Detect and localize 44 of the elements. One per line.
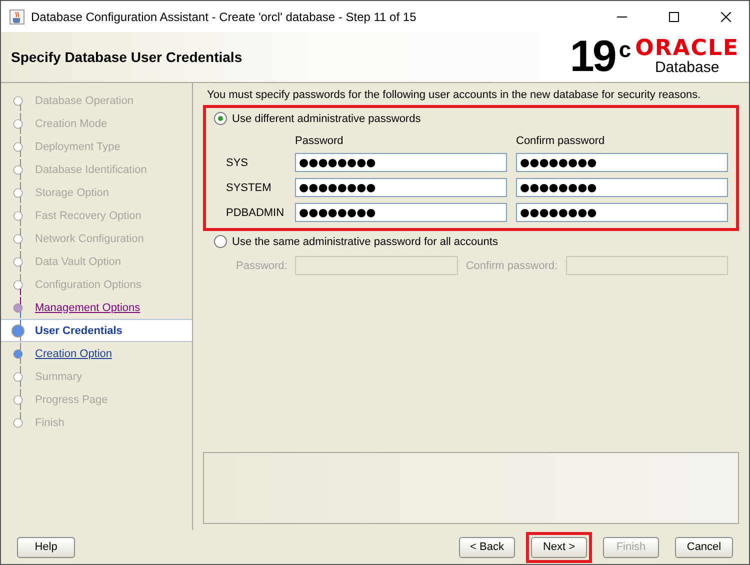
step-label: Database Identification	[35, 164, 147, 176]
password-label: Password:	[236, 260, 288, 272]
step-label: Database Operation	[35, 94, 134, 106]
column-header: Password	[295, 135, 344, 147]
account-label: SYS	[226, 156, 250, 168]
step-label: Summary	[35, 370, 82, 382]
step-label: Deployment Type	[35, 140, 120, 152]
step-link[interactable]: Creation Option	[35, 348, 112, 360]
password-field[interactable]: ●●●●●●●●	[295, 178, 507, 197]
instruction-text: You must specify passwords for the following user accounts in the new database for security reasons.	[207, 89, 702, 101]
different-passwords-radio[interactable]: Use different administrative passwords	[214, 112, 728, 125]
account-label: PDBADMIN	[226, 206, 286, 218]
logo-brand: ORACLE	[635, 38, 739, 60]
step-label: User Credentials	[35, 324, 122, 336]
step-label: Progress Page	[35, 394, 108, 406]
step-label: Creation Mode	[35, 118, 108, 130]
logo-version: 19	[570, 35, 615, 79]
step-link[interactable]: Management Options	[35, 302, 140, 314]
help-button[interactable]: Help	[17, 536, 75, 558]
step-label: Storage Option	[35, 186, 109, 198]
window-title: Database Configuration Assistant - Create 'orcl' database - Step 11 of 15	[31, 10, 418, 24]
account-label: SYSTEM	[226, 182, 272, 194]
step-label: Configuration Options	[35, 278, 142, 290]
confirm-password-field[interactable]: ●●●●●●●●	[516, 153, 728, 172]
step-label: Network Configuration	[35, 232, 144, 244]
step-label: Data Vault Option	[35, 256, 122, 268]
close-icon	[721, 12, 731, 22]
logo-superscript: c	[618, 37, 632, 63]
same-password-radio[interactable]: Use the same administrative password for all accounts	[214, 235, 728, 248]
confirm-password-label: Confirm password:	[466, 260, 558, 272]
password-field[interactable]: ●●●●●●●●	[295, 153, 507, 172]
next-button[interactable]: Next >	[531, 536, 587, 558]
java-cup-icon	[9, 8, 25, 24]
step-label: Fast Recovery Option	[35, 210, 142, 222]
confirm-password-field[interactable]: ●●●●●●●●	[516, 203, 728, 222]
cancel-button[interactable]: Cancel	[675, 536, 733, 558]
page-title: Specify Database User Credentials	[11, 49, 242, 65]
column-header: Confirm password	[516, 135, 606, 147]
maximize-icon	[669, 12, 679, 22]
password-field[interactable]: ●●●●●●●●	[295, 203, 507, 222]
logo-product: Database	[654, 60, 720, 76]
confirm-password-field[interactable]: ●●●●●●●●	[516, 178, 728, 197]
back-button[interactable]: < Back	[459, 536, 515, 558]
step-label: Finish	[35, 416, 64, 428]
